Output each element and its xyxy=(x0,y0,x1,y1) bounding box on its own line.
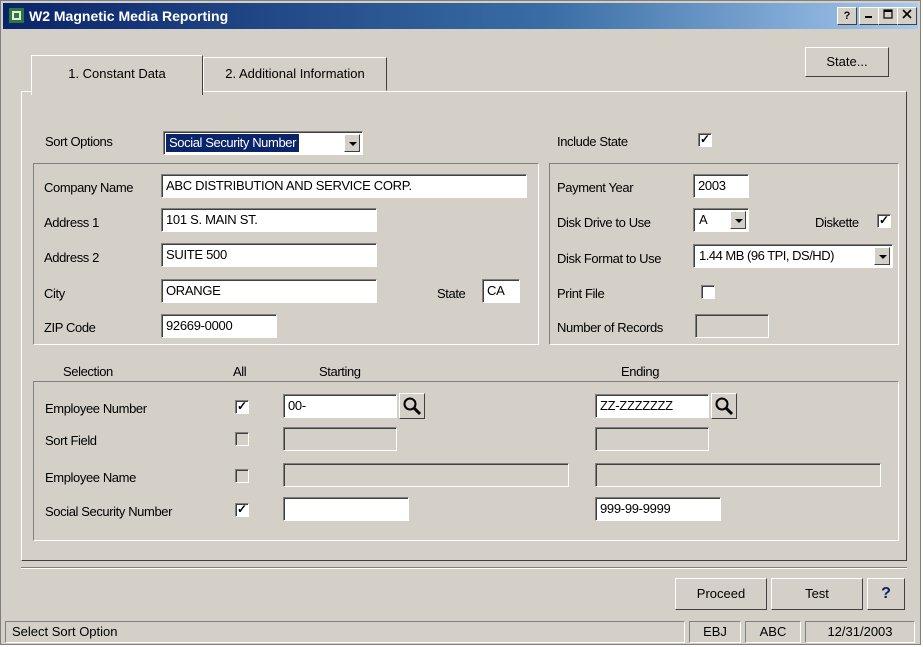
disk-format-value: 1.44 MB (96 TPI, DS/HD) xyxy=(699,248,834,263)
employee-number-ending-lookup-button[interactable] xyxy=(711,393,737,419)
diskette-checkbox[interactable]: ✓ xyxy=(877,214,891,228)
selection-header: Selection xyxy=(63,364,113,379)
disk-drive-dropdown-button[interactable] xyxy=(730,211,746,229)
close-icon xyxy=(902,9,912,19)
disk-drive-value: A xyxy=(699,212,708,227)
employee-name-label: Employee Name xyxy=(45,470,136,485)
status-message: Select Sort Option xyxy=(5,621,685,643)
window-title: W2 Magnetic Media Reporting xyxy=(29,8,229,24)
w2-magnetic-media-window: W2 Magnetic Media Reporting ? State... 1… xyxy=(0,0,921,645)
zip-code-label: ZIP Code xyxy=(44,320,96,335)
magnifier-icon xyxy=(715,397,734,416)
company-name-label: Company Name xyxy=(44,180,134,195)
maximize-icon xyxy=(883,9,893,19)
button-separator xyxy=(21,567,907,569)
state-field[interactable]: CA xyxy=(482,279,520,303)
proceed-button-label: Proceed xyxy=(696,586,746,601)
city-label: City xyxy=(44,286,65,301)
sort-options-label: Sort Options xyxy=(45,134,113,149)
disk-drive-dropdown[interactable]: A xyxy=(693,208,749,232)
address1-label: Address 1 xyxy=(44,215,99,230)
payment-year-label: Payment Year xyxy=(557,180,634,195)
all-header: All xyxy=(233,364,247,379)
print-file-label: Print File xyxy=(557,286,605,301)
employee-name-all-checkbox[interactable] xyxy=(235,469,249,483)
city-field[interactable]: ORANGE xyxy=(161,279,377,303)
payment-year-field[interactable]: 2003 xyxy=(693,174,749,198)
magnifier-icon xyxy=(403,397,422,416)
include-state-checkbox[interactable]: ✓ xyxy=(698,133,712,147)
state-label: State xyxy=(437,286,466,301)
tab-constant-data-label: 1. Constant Data xyxy=(68,66,166,81)
sort-field-starting-field xyxy=(283,427,397,451)
ending-header: Ending xyxy=(621,364,660,379)
social-security-number-label: Social Security Number xyxy=(45,504,173,519)
disk-format-dropdown[interactable]: 1.44 MB (96 TPI, DS/HD) xyxy=(693,244,893,268)
proceed-button[interactable]: Proceed xyxy=(675,578,767,610)
help-button-label: ? xyxy=(881,585,891,602)
maximize-button[interactable] xyxy=(878,7,898,25)
status-user: EBJ xyxy=(689,621,741,643)
help-title-button[interactable]: ? xyxy=(837,7,857,25)
employee-number-all-checkbox[interactable]: ✓ xyxy=(235,400,249,414)
disk-drive-label: Disk Drive to Use xyxy=(557,215,651,230)
sort-field-ending-field xyxy=(595,427,709,451)
close-button[interactable] xyxy=(897,7,917,25)
address2-field[interactable]: SUITE 500 xyxy=(161,243,377,267)
print-file-checkbox[interactable] xyxy=(701,285,715,299)
minimize-button[interactable] xyxy=(859,7,879,25)
include-state-label: Include State xyxy=(557,134,628,149)
employee-name-ending-field xyxy=(595,463,881,487)
employee-number-starting-lookup-button[interactable] xyxy=(399,393,425,419)
company-name-field[interactable]: ABC DISTRIBUTION AND SERVICE CORP. xyxy=(161,174,527,198)
employee-number-starting-field[interactable]: 00- xyxy=(283,394,397,418)
number-of-records-field xyxy=(695,314,769,338)
sort-options-dropdown-button[interactable] xyxy=(344,134,360,152)
sort-options-value: Social Security Number xyxy=(166,134,300,152)
test-button[interactable]: Test xyxy=(771,578,863,610)
title-bar[interactable]: W2 Magnetic Media Reporting ? xyxy=(3,3,918,29)
app-icon xyxy=(9,8,24,23)
status-date: 12/31/2003 xyxy=(805,621,915,643)
social-security-number-starting-field[interactable] xyxy=(283,497,409,521)
starting-header: Starting xyxy=(319,364,361,379)
social-security-number-all-checkbox[interactable]: ✓ xyxy=(235,503,249,517)
tab-additional-information[interactable]: 2. Additional Information xyxy=(203,57,387,91)
help-button[interactable]: ? xyxy=(867,578,905,610)
employee-name-starting-field xyxy=(283,463,569,487)
minimize-icon xyxy=(865,16,872,18)
disk-format-dropdown-button[interactable] xyxy=(874,247,890,265)
address1-field[interactable]: 101 S. MAIN ST. xyxy=(161,208,377,232)
sort-options-dropdown[interactable]: Social Security Number xyxy=(163,131,363,155)
diskette-label: Diskette xyxy=(815,215,859,230)
tab-constant-data[interactable]: 1. Constant Data xyxy=(31,55,203,95)
test-button-label: Test xyxy=(805,586,829,601)
employee-number-ending-field[interactable]: ZZ-ZZZZZZZ xyxy=(595,394,709,418)
sort-field-label: Sort Field xyxy=(45,433,97,448)
employee-number-label: Employee Number xyxy=(45,401,147,416)
status-company: ABC xyxy=(745,621,801,643)
social-security-number-ending-field[interactable]: 999-99-9999 xyxy=(595,497,721,521)
sort-field-all-checkbox[interactable] xyxy=(235,432,249,446)
zip-code-field[interactable]: 92669-0000 xyxy=(161,314,277,338)
state-button-label: State... xyxy=(826,54,868,69)
number-of-records-label: Number of Records xyxy=(557,320,663,335)
state-button[interactable]: State... xyxy=(805,47,889,77)
address2-label: Address 2 xyxy=(44,250,99,265)
disk-format-label: Disk Format to Use xyxy=(557,251,662,266)
tab-additional-information-label: 2. Additional Information xyxy=(225,66,365,81)
